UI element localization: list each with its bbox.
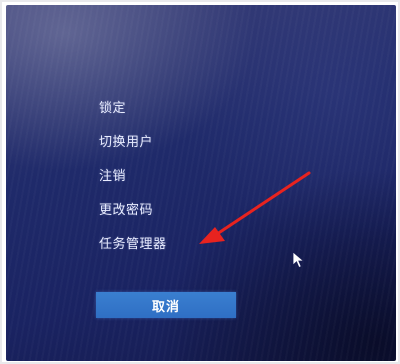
mouse-pointer-icon — [292, 251, 305, 269]
photo-frame: 锁定 切换用户 注销 更改密码 任务管理器 取消 — [0, 0, 400, 364]
cancel-button[interactable]: 取消 — [96, 292, 236, 318]
menu-item-lock[interactable]: 锁定 — [99, 100, 167, 117]
menu-item-task-manager[interactable]: 任务管理器 — [99, 236, 167, 253]
security-options-screen: 锁定 切换用户 注销 更改密码 任务管理器 取消 — [6, 5, 396, 361]
menu-item-sign-out[interactable]: 注销 — [99, 168, 167, 185]
menu-item-change-password[interactable]: 更改密码 — [99, 202, 167, 219]
security-options-menu: 锁定 切换用户 注销 更改密码 任务管理器 — [99, 100, 167, 270]
menu-item-switch-user[interactable]: 切换用户 — [99, 134, 167, 151]
